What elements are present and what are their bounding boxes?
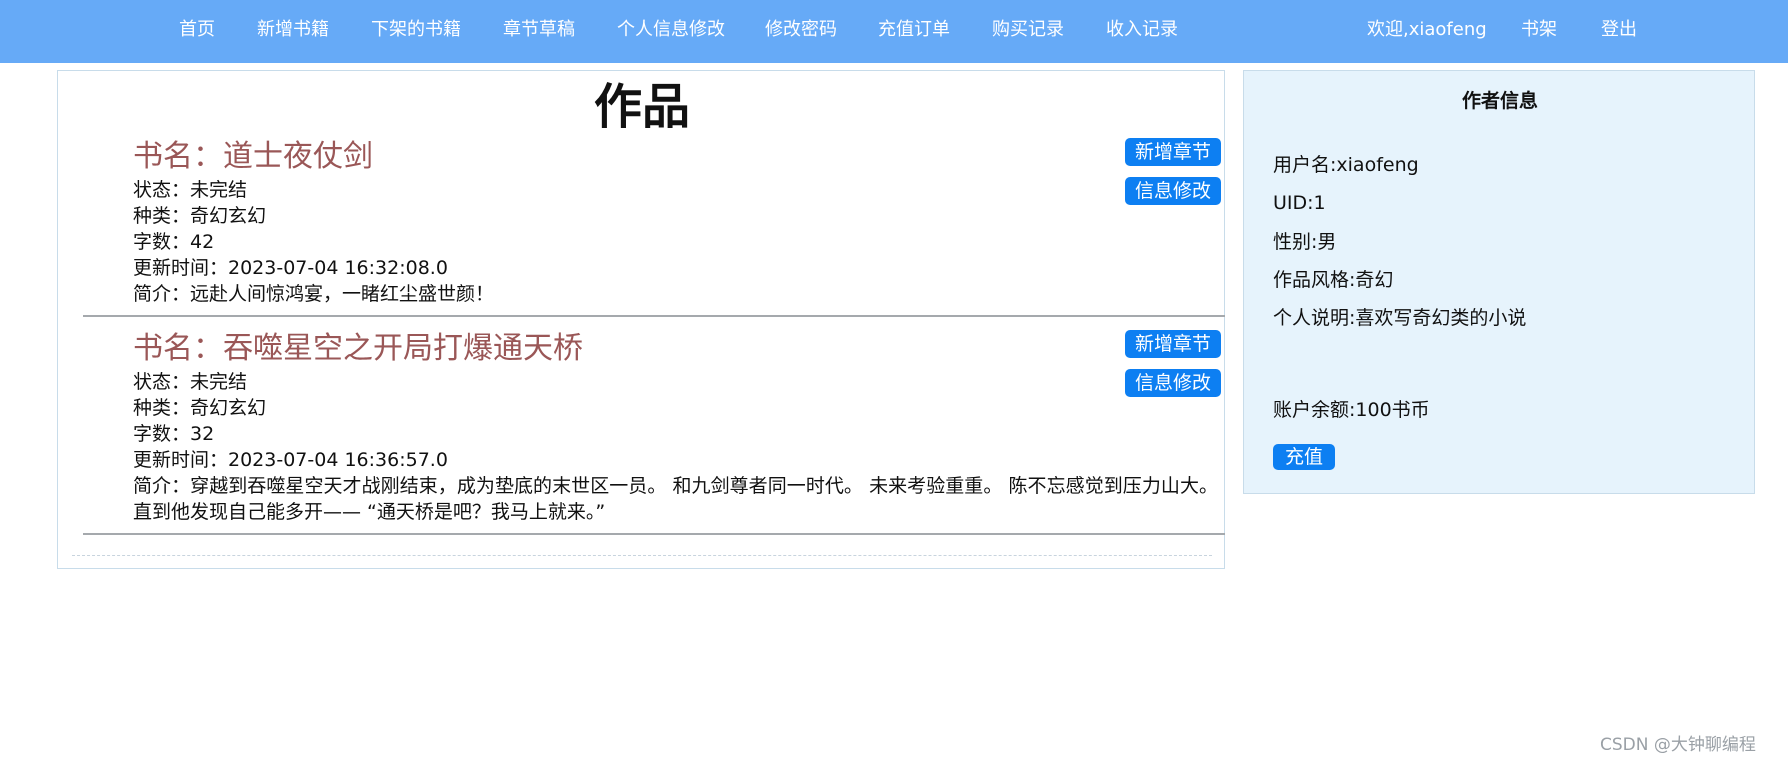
author-username: 用户名:xiaofeng — [1273, 154, 1419, 176]
recharge-button[interactable]: 充值 — [1273, 444, 1335, 470]
author-uid: UID:1 — [1273, 192, 1326, 214]
nav-bookshelf[interactable]: 书架 — [1521, 0, 1557, 63]
book-updated-time: 更新时间：2023-07-04 16:32:08.0 — [133, 257, 448, 279]
edit-info-button[interactable]: 信息修改 — [1125, 177, 1221, 205]
edit-info-button[interactable]: 信息修改 — [1125, 369, 1221, 397]
add-chapter-button[interactable]: 新增章节 — [1125, 138, 1221, 166]
book-updated-time: 更新时间：2023-07-04 16:36:57.0 — [133, 449, 448, 471]
nav-home[interactable]: 首页 — [179, 0, 215, 63]
author-writing-style: 作品风格:奇幻 — [1273, 269, 1394, 291]
nav-removed-books[interactable]: 下架的书籍 — [371, 0, 461, 63]
book-intro: 简介：穿越到吞噬星空天才战刚结束，成为垫底的末世区一员。 和九剑尊者同一时代。 … — [133, 475, 1218, 523]
account-balance: 账户余额:100书币 — [1273, 399, 1430, 421]
author-info-panel: 作者信息 用户名:xiaofeng UID:1 性别:男 作品风格:奇幻 个人说… — [1243, 70, 1755, 494]
nav-change-password[interactable]: 修改密码 — [765, 0, 837, 63]
book-item: 书名：吞噬星空之开局打爆通天桥 状态：未完结 种类：奇幻玄幻 字数：32 更新时… — [83, 329, 1225, 535]
author-bio: 个人说明:喜欢写奇幻类的小说 — [1273, 307, 1527, 329]
book-title[interactable]: 书名：道士夜仗剑 — [133, 137, 373, 177]
book-category: 种类：奇幻玄幻 — [133, 397, 267, 419]
nav-chapter-drafts[interactable]: 章节草稿 — [503, 0, 575, 63]
nav-welcome-user[interactable]: 欢迎,xiaofeng — [1367, 0, 1487, 63]
book-status: 状态：未完结 — [133, 179, 248, 201]
nav-add-book[interactable]: 新增书籍 — [257, 0, 329, 63]
add-chapter-button[interactable]: 新增章节 — [1125, 330, 1221, 358]
nav-income-records[interactable]: 收入记录 — [1106, 0, 1178, 63]
nav-recharge-orders[interactable]: 充值订单 — [878, 0, 950, 63]
top-navigation-bar: 首页 新增书籍 下架的书籍 章节草稿 个人信息修改 修改密码 充值订单 购买记录… — [0, 0, 1788, 63]
nav-logout[interactable]: 登出 — [1601, 0, 1637, 63]
author-info-heading: 作者信息 — [1461, 90, 1538, 112]
author-gender: 性别:男 — [1273, 231, 1337, 253]
works-heading: 作品 — [593, 79, 690, 135]
watermark: CSDN @大钟聊编程 — [1600, 735, 1756, 755]
book-category: 种类：奇幻玄幻 — [133, 205, 267, 227]
book-title[interactable]: 书名：吞噬星空之开局打爆通天桥 — [133, 329, 583, 369]
book-item: 书名：道士夜仗剑 状态：未完结 种类：奇幻玄幻 字数：42 更新时间：2023-… — [83, 137, 1225, 317]
book-intro: 简介：远赴人间惊鸿宴，一睹红尘盛世颜！ — [133, 283, 495, 305]
works-panel: 作品 书名：道士夜仗剑 状态：未完结 种类：奇幻玄幻 字数：42 更新时间：20… — [57, 70, 1225, 569]
book-word-count: 字数：32 — [133, 423, 215, 445]
nav-edit-profile[interactable]: 个人信息修改 — [617, 0, 725, 63]
book-status: 状态：未完结 — [133, 371, 248, 393]
book-word-count: 字数：42 — [133, 231, 215, 253]
nav-purchase-records[interactable]: 购买记录 — [992, 0, 1064, 63]
dashed-divider — [72, 555, 1212, 556]
